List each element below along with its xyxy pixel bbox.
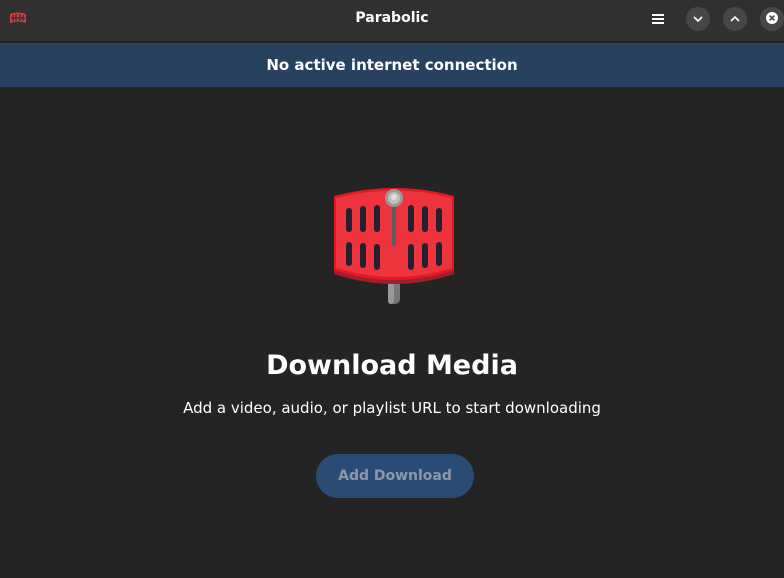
hamburger-menu-icon [651, 10, 665, 29]
close-button[interactable] [760, 7, 784, 31]
parabolic-logo-icon [330, 186, 458, 308]
chevron-up-icon [729, 10, 741, 29]
status-title: Download Media [266, 350, 518, 381]
close-icon [765, 10, 779, 29]
header-bar: Parabolic [0, 0, 784, 42]
main-menu-button[interactable] [645, 6, 671, 32]
offline-banner: No active internet connection [0, 43, 784, 87]
banner-title: No active internet connection [266, 56, 518, 74]
chevron-down-icon [692, 10, 704, 29]
add-download-button[interactable]: Add Download [316, 454, 474, 498]
maximize-button[interactable] [723, 7, 747, 31]
app-icon [9, 10, 27, 26]
minimize-button[interactable] [686, 7, 710, 31]
add-download-button-label: Add Download [338, 468, 452, 484]
status-description: Add a video, audio, or playlist URL to s… [183, 399, 601, 417]
app-window: Parabolic No active internet connection … [0, 0, 784, 578]
